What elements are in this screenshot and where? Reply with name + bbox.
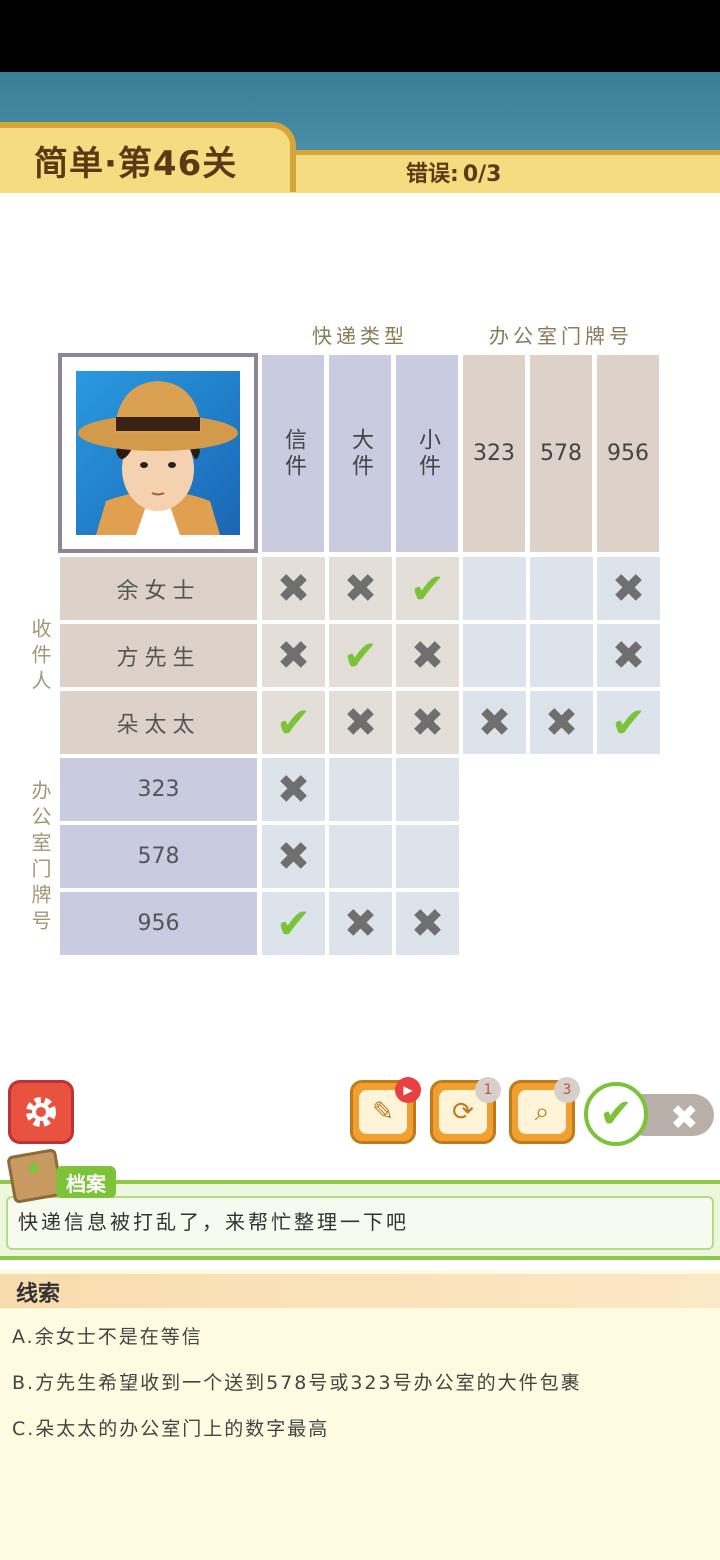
error-counter: 错误: 0/3: [402, 156, 501, 188]
clue-item: B.方先生希望收到一个送到578号或323号办公室的大件包裹: [12, 1372, 582, 1394]
clue-title: 线索: [16, 1282, 61, 1307]
grid-cell[interactable]: ✖: [597, 624, 660, 687]
grid-cell[interactable]: [463, 557, 526, 620]
grid-cell[interactable]: [396, 825, 459, 888]
clue-item: C.朵太太的办公室门上的数字最高: [12, 1418, 330, 1440]
row-office-323: 323: [60, 758, 257, 821]
col-type-small: 小件: [396, 355, 458, 552]
detective-avatar-icon: [78, 381, 238, 535]
row-office-956: 956: [60, 892, 257, 955]
error-value: 0/3: [462, 162, 502, 187]
cross-mark-icon: ✖: [276, 833, 311, 880]
clue-header: [0, 1274, 720, 1308]
cross-mark-icon: ✖: [410, 900, 445, 947]
grid-cell[interactable]: ✖: [329, 691, 392, 754]
col-office-323: 323: [463, 355, 525, 552]
cross-mark-icon: ✖: [276, 766, 311, 813]
grid-cell[interactable]: ✔: [597, 691, 660, 754]
grid-cell[interactable]: ✔: [262, 691, 325, 754]
grid-cell[interactable]: ✔: [329, 624, 392, 687]
grid-cell[interactable]: ✔: [262, 892, 325, 955]
col-type-large: 大件: [329, 355, 391, 552]
clue-item: A.余女士不是在等信: [12, 1326, 203, 1348]
col-label: 信件: [281, 427, 306, 480]
grid-cell[interactable]: [530, 557, 593, 620]
cross-mark-icon: ✖: [611, 632, 646, 679]
cross-mark-icon: ✖: [611, 565, 646, 612]
grid-cell[interactable]: ✖: [262, 825, 325, 888]
refresh-button[interactable]: ⟳ 1: [430, 1077, 501, 1144]
gear-icon: [26, 1097, 56, 1127]
row-recipient-fang: 方先生: [60, 624, 257, 687]
hint-button[interactable]: ⌕ 3: [509, 1077, 580, 1144]
col-label: 578: [540, 441, 582, 466]
portrait-image: [76, 371, 240, 535]
notes-video-button[interactable]: ✎ ▶: [350, 1077, 421, 1144]
grid-cell[interactable]: ✖: [262, 758, 325, 821]
hint-count-badge: 3: [554, 1077, 580, 1103]
grid-cell[interactable]: ✖: [329, 892, 392, 955]
refresh-count-badge: 1: [475, 1077, 501, 1103]
check-mark-icon: ✔: [409, 563, 446, 613]
grid-cell[interactable]: ✖: [329, 557, 392, 620]
type-group-header: 快递类型: [312, 324, 408, 348]
row-office-578: 578: [60, 825, 257, 888]
col-label: 956: [607, 441, 649, 466]
grid-cell[interactable]: ✖: [463, 691, 526, 754]
grid-cell[interactable]: ✖: [597, 557, 660, 620]
settings-button[interactable]: [8, 1080, 74, 1144]
check-mark-icon: ✔: [275, 898, 312, 948]
grid-cell[interactable]: [329, 758, 392, 821]
archive-text: 快递信息被打乱了，来帮忙整理一下吧: [18, 1210, 409, 1234]
check-mark-icon: ✔: [610, 697, 647, 747]
grid-cell[interactable]: [396, 758, 459, 821]
row-recipient-yu: 余女士: [60, 557, 257, 620]
col-label: 大件: [348, 427, 373, 480]
cross-mark-icon: ✖: [343, 565, 378, 612]
video-badge-icon: ▶: [395, 1077, 421, 1103]
cross-mark-icon: ✖: [477, 699, 512, 746]
office-side-label: 办公室门牌号: [28, 780, 52, 936]
cross-mark-icon: ✖: [276, 565, 311, 612]
grid-cell[interactable]: ✖: [396, 624, 459, 687]
grid-cell[interactable]: ✖: [262, 557, 325, 620]
grid-cell[interactable]: ✔: [396, 557, 459, 620]
check-icon: ✔: [584, 1082, 648, 1146]
level-title: 简单·第46关: [34, 144, 238, 184]
col-label: 小件: [415, 427, 440, 480]
mark-mode-toggle[interactable]: ✖ ✔: [584, 1082, 716, 1146]
grid-cell[interactable]: [329, 825, 392, 888]
cross-mark-icon: ✖: [410, 632, 445, 679]
suspect-portrait: [58, 353, 258, 553]
grid-cell[interactable]: ✖: [396, 691, 459, 754]
grid-cell[interactable]: ✖: [530, 691, 593, 754]
office-group-header: 办公室门牌号: [489, 324, 633, 348]
cross-mark-icon: ✖: [276, 632, 311, 679]
grid-cell[interactable]: ✖: [396, 892, 459, 955]
col-office-578: 578: [530, 355, 592, 552]
x-icon: ✖: [670, 1098, 699, 1138]
cross-mark-icon: ✖: [544, 699, 579, 746]
grid-cell[interactable]: [530, 624, 593, 687]
error-label: 错误:: [406, 162, 459, 187]
grid-cell[interactable]: [463, 624, 526, 687]
row-recipient-duo: 朵太太: [60, 691, 257, 754]
check-mark-icon: ✔: [275, 697, 312, 747]
grid-cell[interactable]: ✖: [262, 624, 325, 687]
status-bar: [0, 0, 720, 72]
col-office-956: 956: [597, 355, 659, 552]
cross-mark-icon: ✖: [343, 699, 378, 746]
recipient-side-label: 收件人: [28, 618, 52, 696]
col-type-letter: 信件: [262, 355, 324, 552]
cross-mark-icon: ✖: [343, 900, 378, 947]
cross-mark-icon: ✖: [410, 699, 445, 746]
archive-tab[interactable]: 档案: [56, 1166, 116, 1198]
check-mark-icon: ✔: [342, 630, 379, 680]
col-label: 323: [473, 441, 515, 466]
